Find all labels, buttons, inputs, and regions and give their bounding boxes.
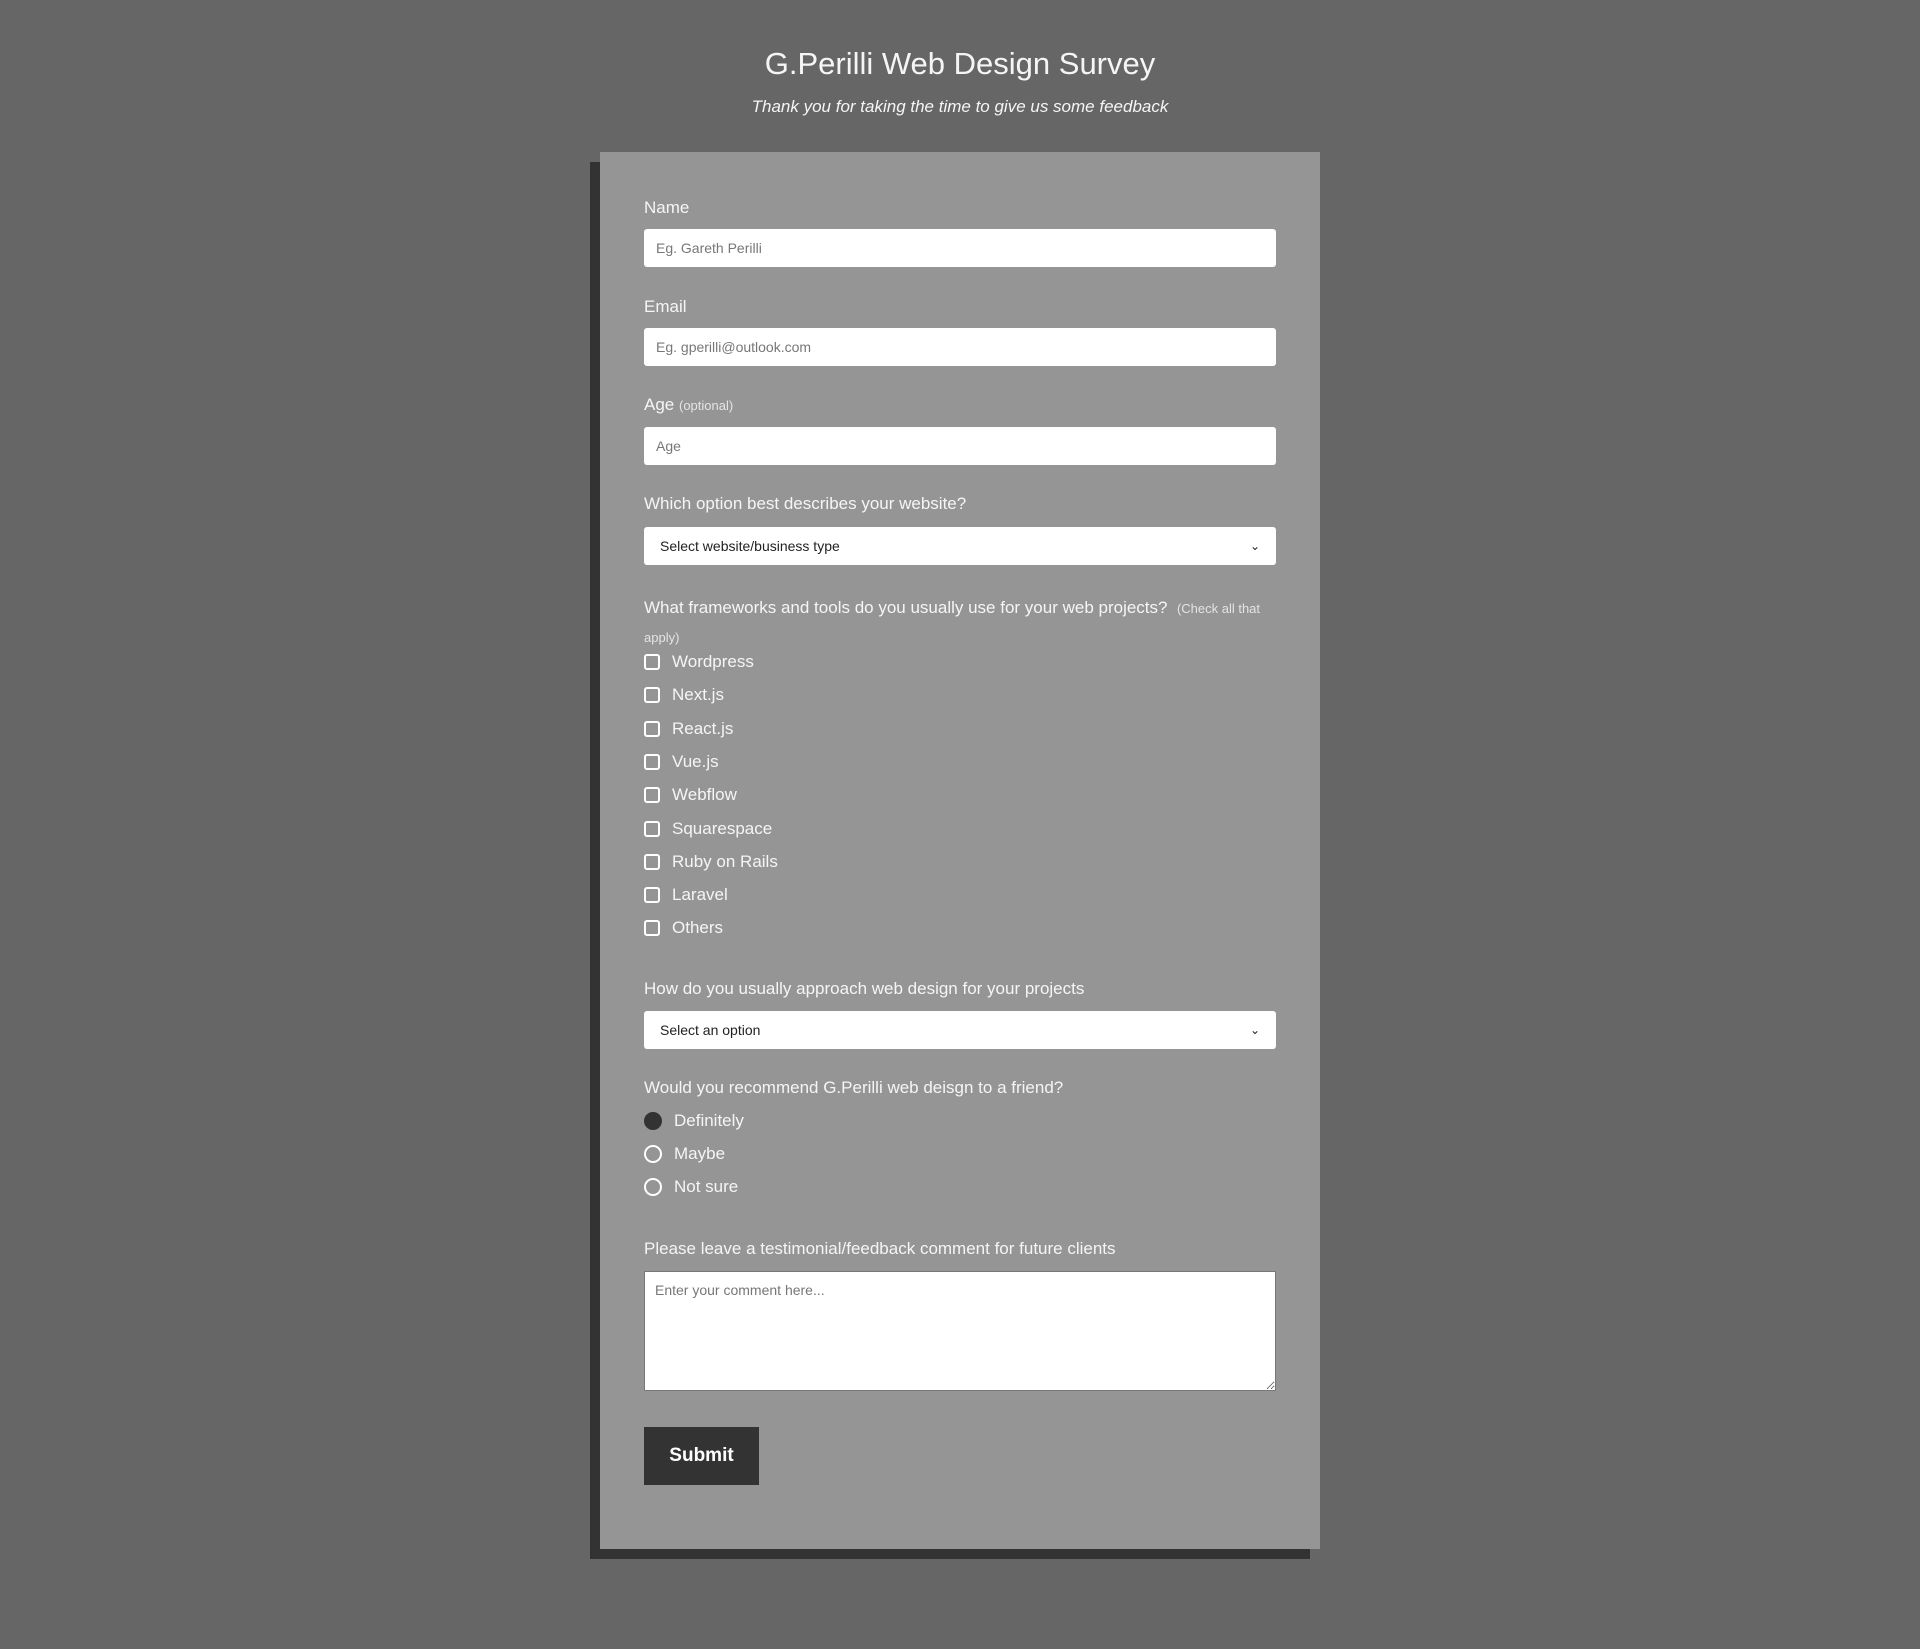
framework-option-label: Wordpress bbox=[672, 652, 754, 671]
recommend-option-label: Not sure bbox=[674, 1177, 739, 1196]
comment-textarea[interactable] bbox=[644, 1271, 1276, 1391]
framework-option[interactable]: Others bbox=[644, 918, 723, 938]
page-title: G.Perilli Web Design Survey bbox=[764, 46, 1156, 81]
framework-option-label: Webflow bbox=[672, 785, 737, 805]
framework-option[interactable]: Next.js bbox=[644, 685, 724, 705]
age-input[interactable] bbox=[644, 427, 1276, 465]
framework-option[interactable]: Laravel bbox=[644, 885, 728, 905]
checkbox[interactable] bbox=[644, 887, 660, 904]
framework-option-label: Vue.js bbox=[672, 751, 719, 771]
chevron-down-icon: ⌄ bbox=[1249, 1023, 1260, 1037]
framework-option[interactable]: Ruby on Rails bbox=[644, 852, 778, 872]
radio-button[interactable] bbox=[644, 1178, 662, 1196]
checkbox[interactable] bbox=[644, 687, 660, 704]
checkbox[interactable] bbox=[644, 853, 660, 870]
comment-label: Please leave a testimonial/feedback comm… bbox=[644, 1239, 1116, 1258]
approach-value: Select an option bbox=[660, 1022, 761, 1038]
recommend-option[interactable]: Maybe bbox=[644, 1144, 725, 1164]
checkbox[interactable] bbox=[644, 720, 660, 737]
framework-option-label: React.js bbox=[672, 718, 734, 738]
frameworks-label-text: What frameworks and tools do you usually… bbox=[644, 598, 1168, 617]
framework-option[interactable]: Squarespace bbox=[644, 819, 772, 839]
email-label: Email bbox=[644, 297, 687, 316]
page-subtitle: Thank you for taking the time to give us… bbox=[751, 97, 1169, 116]
approach-label: How do you usually approach web design f… bbox=[644, 979, 1085, 998]
submit-button[interactable]: Submit bbox=[644, 1427, 759, 1485]
radio-button[interactable] bbox=[644, 1145, 662, 1163]
framework-option-label: Ruby on Rails bbox=[672, 851, 778, 871]
framework-option-label: Next.js bbox=[672, 685, 724, 705]
website-type-value: Select website/business type bbox=[660, 538, 840, 554]
recommend-option-label: Definitely bbox=[674, 1111, 744, 1130]
age-label: Age (optional) bbox=[644, 395, 733, 415]
checkbox[interactable] bbox=[644, 787, 660, 804]
framework-option-label: Laravel bbox=[672, 885, 728, 905]
framework-option[interactable]: React.js bbox=[644, 719, 733, 739]
framework-option-label: Others bbox=[672, 918, 724, 938]
website-type-label: Which option best describes your website… bbox=[644, 494, 967, 513]
checkbox[interactable] bbox=[644, 654, 660, 670]
recommend-option[interactable]: Not sure bbox=[644, 1177, 738, 1197]
checkbox[interactable] bbox=[644, 820, 660, 837]
email-input[interactable] bbox=[644, 328, 1276, 366]
age-label-text: Age bbox=[644, 395, 675, 414]
framework-option[interactable]: Webflow bbox=[644, 785, 737, 805]
frameworks-label: What frameworks and tools do you usually… bbox=[644, 594, 1276, 652]
website-type-select[interactable]: Select website/business type ⌄ bbox=[644, 527, 1276, 565]
approach-select[interactable]: Select an option ⌄ bbox=[644, 1011, 1276, 1049]
chevron-down-icon: ⌄ bbox=[1249, 539, 1260, 553]
radio-button[interactable] bbox=[644, 1112, 662, 1130]
name-label: Name bbox=[644, 198, 690, 217]
recommend-option-label: Maybe bbox=[674, 1144, 726, 1163]
name-input[interactable] bbox=[644, 229, 1276, 267]
recommend-label: Would you recommend G.Perilli web deisgn… bbox=[644, 1078, 1064, 1097]
checkbox[interactable] bbox=[644, 753, 660, 770]
age-hint: (optional) bbox=[678, 398, 734, 413]
recommend-option[interactable]: Definitely bbox=[644, 1111, 744, 1131]
framework-option[interactable]: Wordpress bbox=[644, 652, 754, 672]
framework-option-label: Squarespace bbox=[672, 818, 773, 838]
framework-option[interactable]: Vue.js bbox=[644, 752, 719, 772]
survey-form: Name Email Age (optional) Which option b… bbox=[600, 152, 1320, 1549]
checkbox[interactable] bbox=[644, 920, 660, 937]
